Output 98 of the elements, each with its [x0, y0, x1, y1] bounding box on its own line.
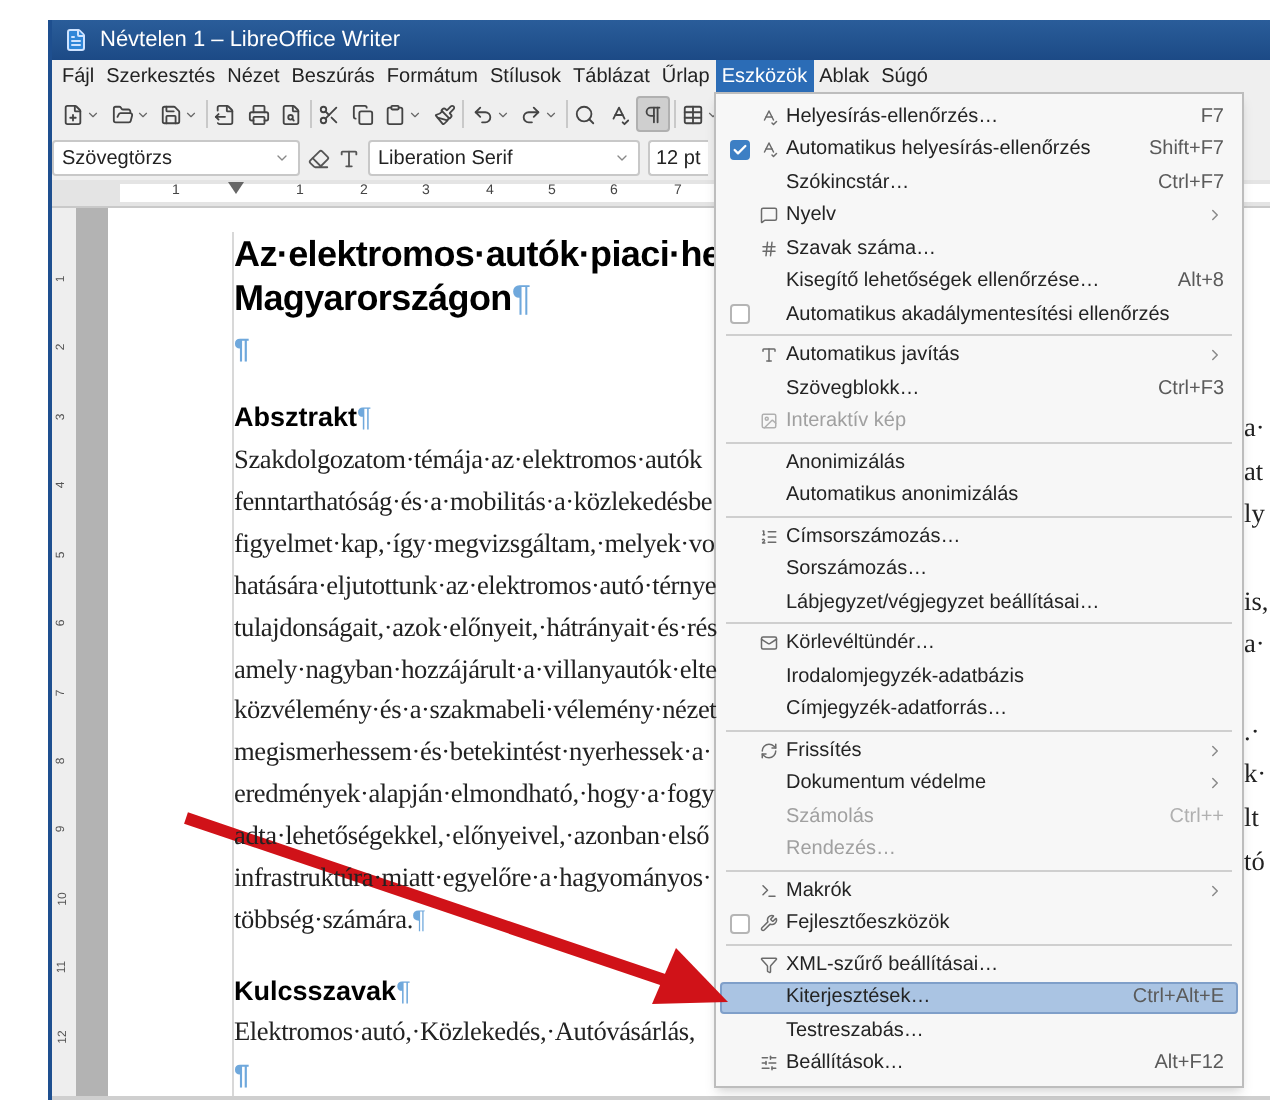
section-heading: Kulcsszavak¶	[234, 973, 411, 1010]
menu-item[interactable]: Kiterjesztések… Ctrl+Alt+E	[720, 981, 1238, 1014]
menu-bar-item[interactable]: Eszközök	[715, 60, 814, 92]
body-text-line: közvélemény·és·a·szakmabeli·vélemény·nézet	[234, 692, 717, 729]
menu-item-label: Kisegítő lehetőségek ellenőrzése…	[786, 268, 1102, 297]
body-text-fragment: a·	[1244, 409, 1265, 446]
menu-item[interactable]: Lábjegyzet/végjegyzet beállításai…	[720, 586, 1238, 619]
menu-item[interactable]: Dokumentum védelme	[720, 767, 1238, 800]
menu-item[interactable]: Helyesírás-ellenőrzés… F7	[720, 100, 1238, 133]
menu-item[interactable]: Makrók	[720, 874, 1238, 907]
shortcut-label: Alt+8	[1177, 268, 1224, 297]
section-heading: Absztrakt¶	[234, 400, 372, 437]
menu-bar-item[interactable]: Formátum	[380, 60, 484, 92]
menu-item-label: Beállítások…	[786, 1050, 906, 1079]
body-text-fragment: k·	[1244, 756, 1267, 793]
menu-item[interactable]: Automatikus akadálymentesítési ellenőrzés	[720, 298, 1238, 331]
body-text-line: Szakdolgozatom·témája·az·elektromos·autók	[234, 441, 703, 478]
menu-item[interactable]: Testreszabás…	[720, 1014, 1238, 1047]
menu-item-label: Számolás	[786, 803, 876, 832]
menu-item[interactable]: Anonimizálás	[720, 446, 1238, 479]
body-text-line: hatására·eljutottunk·az·elektromos·autó·térnye	[234, 567, 717, 604]
menu-item[interactable]: Irodalomjegyzék-adatbázis	[720, 660, 1238, 693]
body-text-line: fenntarthatóság·és·a·mobilitás·a·közlekedésbe	[234, 483, 713, 520]
menu-item-label: Testreszabás…	[786, 1017, 926, 1046]
menu-item-label: Automatikus akadálymentesítési ellenőrzés	[786, 301, 1172, 330]
paragraph-style-field[interactable]: Szövegtörzs	[52, 140, 300, 176]
menu-item[interactable]: Sorszámozás…	[720, 553, 1238, 586]
menu-item-label: Automatikus anonimizálás	[786, 482, 1021, 511]
menu-item[interactable]: Szövegblokk… Ctrl+F3	[720, 372, 1238, 405]
menu-item[interactable]: Címjegyzék-adatforrás…	[720, 693, 1238, 726]
menu-item-label: Rendezés…	[786, 836, 899, 865]
menu-item[interactable]: Címsorszámozás…	[720, 520, 1238, 553]
body-text-line: amely·nagyban·hozzájárult·a·villanyautók·elte	[234, 651, 717, 688]
menu-item-label: Sorszámozás…	[786, 556, 930, 585]
menu-item-label: Automatikus javítás	[786, 342, 962, 371]
menu-bar-item[interactable]: Súgó	[875, 60, 934, 92]
body-text-fragment: is,	[1244, 583, 1269, 620]
shortcut-label: Ctrl++	[1169, 803, 1224, 832]
menu-item[interactable]: Beállítások… Alt+F12	[720, 1047, 1238, 1080]
body-text-line: tulajdonságait,·azok·előnyeit,·hátrányait·és·rés	[234, 609, 717, 646]
menu-item-label: Frissítés	[786, 737, 864, 766]
body-text-line: megismerhessem·és·betekintést·nyerhessek·a·	[234, 734, 712, 771]
body-text-line: figyelmet·kap,·így·megvizsgáltam,·melyek·vo	[234, 525, 715, 562]
menu-bar-item[interactable]: Fájl	[56, 60, 101, 92]
menu-item-label: Nyelv	[786, 202, 839, 231]
menu-bar-item[interactable]: Űrlap	[655, 60, 716, 92]
menu-item[interactable]: Automatikus javítás	[720, 339, 1238, 372]
shortcut-label: F7	[1200, 103, 1224, 132]
pilcrow-mark: ¶	[234, 1055, 250, 1094]
shortcut-label: Ctrl+Alt+E	[1132, 984, 1224, 1013]
body-text-line: eredmények·alapján·elmondható,·hogy·a·fogy	[234, 776, 715, 813]
menu-item[interactable]: Automatikus anonimizálás	[720, 479, 1238, 512]
body-text-fragment: tó	[1244, 843, 1265, 880]
body-text-fragment: ly	[1244, 496, 1265, 533]
menu-item-label: Makrók	[786, 877, 854, 906]
menu-item-label: Lábjegyzet/végjegyzet beállításai…	[786, 589, 1102, 618]
body-text-line: többség·számára.¶	[234, 902, 425, 939]
body-text-fragment: a·	[1244, 626, 1265, 663]
window-title: Névtelen 1 – LibreOffice Writer	[100, 25, 400, 56]
menu-item-label: Automatikus helyesírás-ellenőrzés	[786, 136, 1093, 165]
menu-bar-item[interactable]: Táblázat	[567, 60, 656, 92]
menu-item[interactable]: Automatikus helyesírás-ellenőrzés Shift+F7	[720, 133, 1238, 166]
menu-item-label: Irodalomjegyzék-adatbázis	[786, 663, 1026, 692]
menu-item-label: Dokumentum védelme	[786, 770, 989, 799]
menu-item-label: Anonimizálás	[786, 449, 907, 478]
menu-item-label: Szövegblokk…	[786, 375, 922, 404]
menu-item[interactable]: XML-szűrő beállításai…	[720, 948, 1238, 981]
menu-item-label: Helyesírás-ellenőrzés…	[786, 103, 1001, 132]
menu-bar-item[interactable]: Szerkesztés	[100, 60, 222, 92]
shortcut-label: Ctrl+F3	[1157, 375, 1224, 404]
menu-item[interactable]: Kisegítő lehetőségek ellenőrzése… Alt+8	[720, 265, 1238, 298]
pilcrow-mark: ¶	[234, 330, 250, 369]
menu-item-label: Szavak száma…	[786, 235, 939, 264]
body-text-fragment: at	[1244, 453, 1264, 490]
menu-item-label: Kiterjesztések…	[786, 984, 933, 1013]
body-text-fragment: .·	[1244, 713, 1260, 750]
body-text-line: Elektromos·autó,·Közlekedés,·Autóvásárlás,	[234, 1014, 695, 1051]
font-name-field[interactable]: Liberation Serif	[368, 140, 640, 176]
menu-item-label: Körlevéltündér…	[786, 630, 937, 659]
shortcut-label: Alt+F12	[1154, 1050, 1224, 1079]
menu-bar-item[interactable]: Ablak	[813, 60, 876, 92]
menu-bar-item[interactable]: Stílusok	[483, 60, 568, 92]
document-title: Az·elektromos·autók·piaci·he	[234, 231, 722, 278]
menu-item-label: Címsorszámozás…	[786, 523, 963, 552]
menu-bar-item[interactable]: Beszúrás	[285, 60, 381, 92]
menu-item[interactable]: Fejlesztőeszközök	[720, 907, 1238, 940]
menu-item-label: Címjegyzék-adatforrás…	[786, 696, 1010, 725]
menu-item[interactable]: Frissítés	[720, 734, 1238, 767]
menu-bar-item[interactable]: Nézet	[221, 60, 286, 92]
menu-item-label: XML-szűrő beállításai…	[786, 951, 1001, 980]
menu-item[interactable]: Szavak száma…	[720, 232, 1238, 265]
menu-item-label: Fejlesztőeszközök	[786, 910, 952, 939]
shortcut-label: Shift+F7	[1148, 136, 1224, 165]
menu-item[interactable]: Körlevéltündér…	[720, 627, 1238, 660]
document-title: Magyarországon¶	[234, 275, 531, 322]
font-size-field[interactable]: 12 pt	[648, 140, 708, 176]
body-text-fragment: lt	[1244, 800, 1259, 837]
menu-item-label: Interaktív kép	[786, 408, 909, 437]
